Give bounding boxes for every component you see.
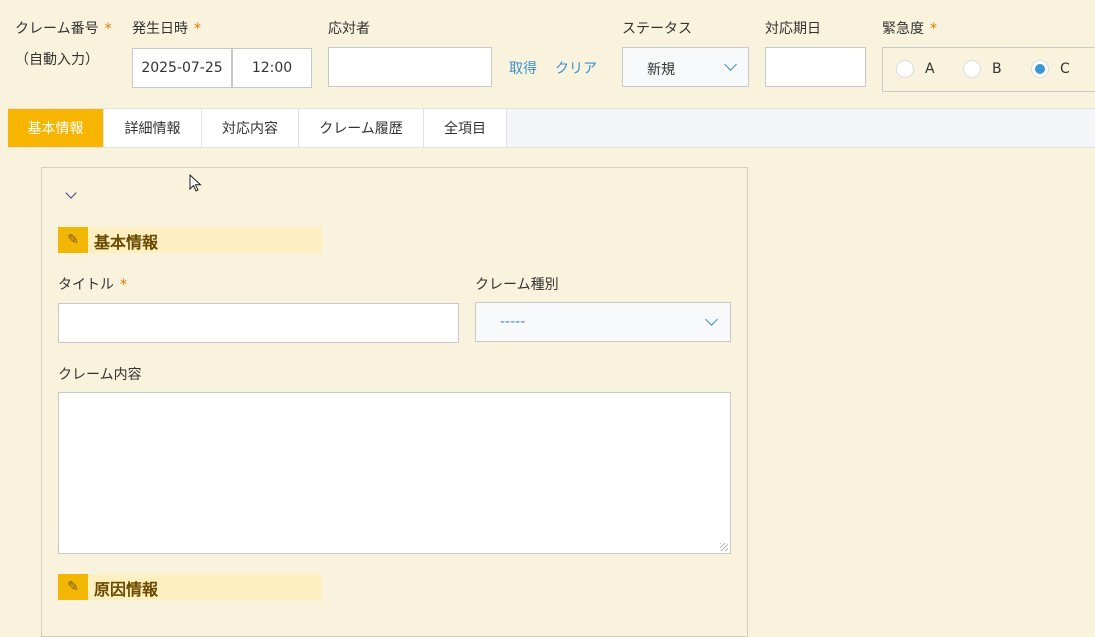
tab-basic-info[interactable]: 基本情報 [8,109,104,147]
urgency-radio-c[interactable] [1031,60,1049,78]
due-date-input[interactable] [765,47,866,87]
urgency-radio-group: A B C [882,47,1095,92]
status-label: ステータス [622,21,692,37]
tab-detail-info[interactable]: 詳細情報 [104,109,202,147]
section-title-cause: 原因情報 [94,580,159,599]
mouse-cursor-icon [189,174,202,192]
section-header-cause: ✎ 原因情報 [58,574,322,600]
chevron-down-icon [724,58,737,71]
basic-info-panel: ✎ 基本情報 タイトル * クレーム種別 ----- クレーム内容 ✎ 原因情報 [41,167,748,637]
urgency-radio-b[interactable] [963,60,981,78]
title-input[interactable] [58,303,459,343]
claim-no-label: クレーム番号 * [15,21,112,37]
pencil-icon: ✎ [58,574,88,600]
urgency-radio-c-label: C [1060,61,1070,77]
claim-type-label: クレーム種別 [475,277,559,293]
required-mark: * [194,21,201,37]
occurred-label: 発生日時 * [132,21,201,37]
occurred-time-input[interactable]: 12:00 [232,48,312,88]
status-select[interactable]: 新規 [622,47,749,87]
chevron-down-icon [705,313,718,326]
clear-responder-link[interactable]: クリア [555,58,597,78]
urgency-radio-b-label: B [992,61,1002,77]
urgency-radio-a[interactable] [896,60,914,78]
occurred-date-input[interactable]: 2025-07-25 [132,48,232,88]
claim-type-select[interactable]: ----- [475,302,731,342]
get-responder-link[interactable]: 取得 [509,58,537,78]
responder-label: 応対者 [328,21,370,37]
claim-content-textarea[interactable] [58,392,731,554]
section-header-basic: ✎ 基本情報 [58,227,322,253]
tab-claim-history[interactable]: クレーム履歴 [299,109,424,147]
claim-type-selected-value: ----- [500,314,526,330]
status-selected-value: 新規 [647,62,675,78]
required-mark: * [930,21,937,37]
required-mark: * [120,277,127,293]
urgency-radio-a-label: A [925,61,935,77]
resize-handle[interactable] [720,543,728,551]
pencil-icon: ✎ [58,227,88,253]
tab-response[interactable]: 対応内容 [202,109,299,147]
due-date-label: 対応期日 [765,21,821,37]
required-mark: * [104,21,112,37]
urgency-label: 緊急度 * [882,21,937,37]
claim-no-auto-text: （自動入力） [15,52,99,68]
claim-content-label: クレーム内容 [58,367,142,383]
tab-all-fields[interactable]: 全項目 [424,109,507,147]
section-title-basic: 基本情報 [94,233,159,252]
tab-bar: 基本情報 詳細情報 対応内容 クレーム履歴 全項目 [8,108,1095,148]
responder-input[interactable] [328,47,492,87]
collapse-chevron-icon[interactable] [65,187,77,199]
title-field-label: タイトル * [58,277,127,293]
